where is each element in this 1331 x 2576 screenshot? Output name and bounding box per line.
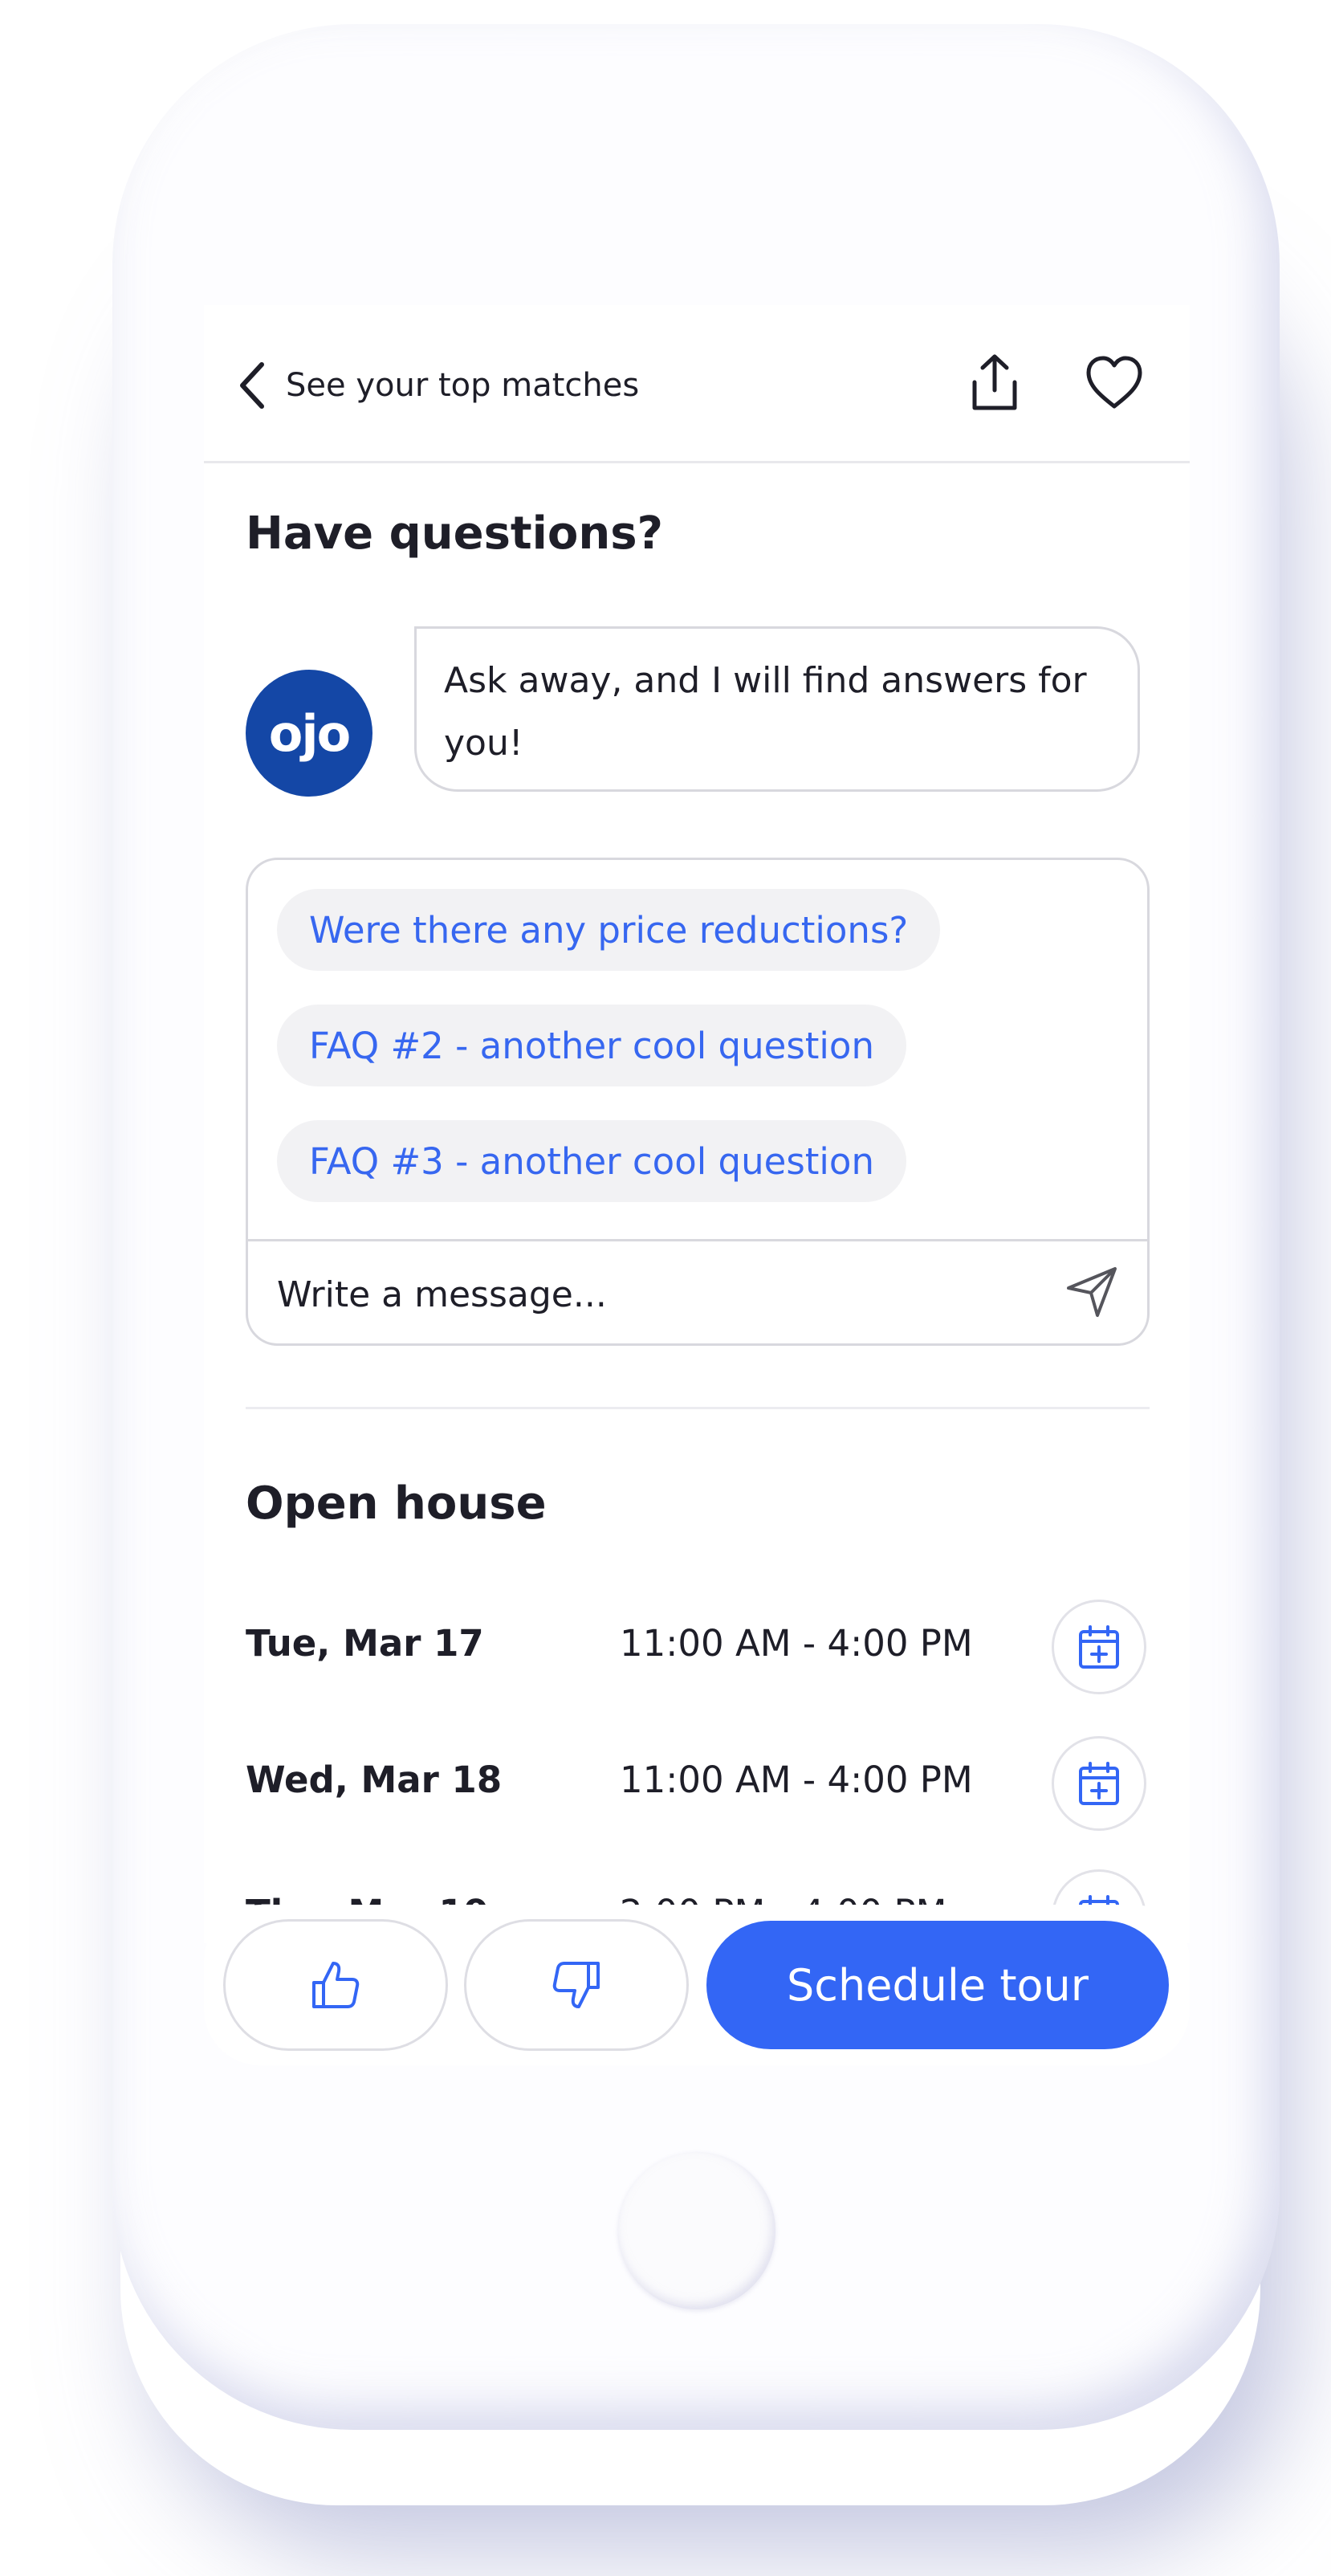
questions-title: Have questions? [246,507,664,560]
add-to-calendar-button[interactable] [1052,1736,1146,1831]
suggestion-chip[interactable]: Were there any price reductions? [277,889,941,971]
screen: See your top matches Have questions? ojo… [204,305,1190,1943]
open-house-row: Tue, Mar 17 11:00 AM - 4:00 PM [246,1600,1150,1696]
open-house-day: Tue, Mar 17 [246,1622,484,1665]
calendar-add-icon [1079,1625,1119,1669]
open-house-title: Open house [246,1478,547,1530]
back-label: See your top matches [286,367,640,404]
avatar-text: ojo [268,703,351,763]
thumbs-down-button[interactable] [464,1919,689,2051]
open-house-day: Wed, Mar 18 [246,1759,503,1801]
chevron-left-icon [240,362,264,409]
open-house-time: 11:00 AM - 4:00 PM [620,1759,973,1801]
heart-icon[interactable] [1084,353,1145,411]
suggestion-chip[interactable]: FAQ #3 - another cool question [277,1120,906,1202]
thumbs-up-button[interactable] [223,1919,448,2051]
add-to-calendar-button[interactable] [1052,1600,1146,1694]
open-house-row: Wed, Mar 18 11:00 AM - 4:00 PM [246,1736,1150,1832]
share-icon[interactable] [967,352,1023,413]
suggestion-chip[interactable]: FAQ #2 - another cool question [277,1005,906,1086]
message-input[interactable] [275,1259,1001,1330]
chat-box: Were there any price reductions? FAQ #2 … [246,858,1150,1346]
home-button[interactable] [618,2152,775,2309]
top-bar: See your top matches [204,305,1190,463]
thumbs-up-icon [312,1962,360,2008]
avatar: ojo [246,670,372,797]
send-icon[interactable] [1064,1264,1120,1320]
schedule-tour-button[interactable]: Schedule tour [706,1921,1169,2049]
message-row [248,1239,1147,1343]
calendar-add-icon [1079,1762,1119,1805]
back-button[interactable]: See your top matches [236,358,639,413]
thumbs-down-icon [552,1962,600,2008]
bot-message-bubble: Ask away, and I will find answers for yo… [414,626,1140,792]
section-divider [246,1407,1150,1409]
open-house-time: 11:00 AM - 4:00 PM [620,1622,973,1665]
